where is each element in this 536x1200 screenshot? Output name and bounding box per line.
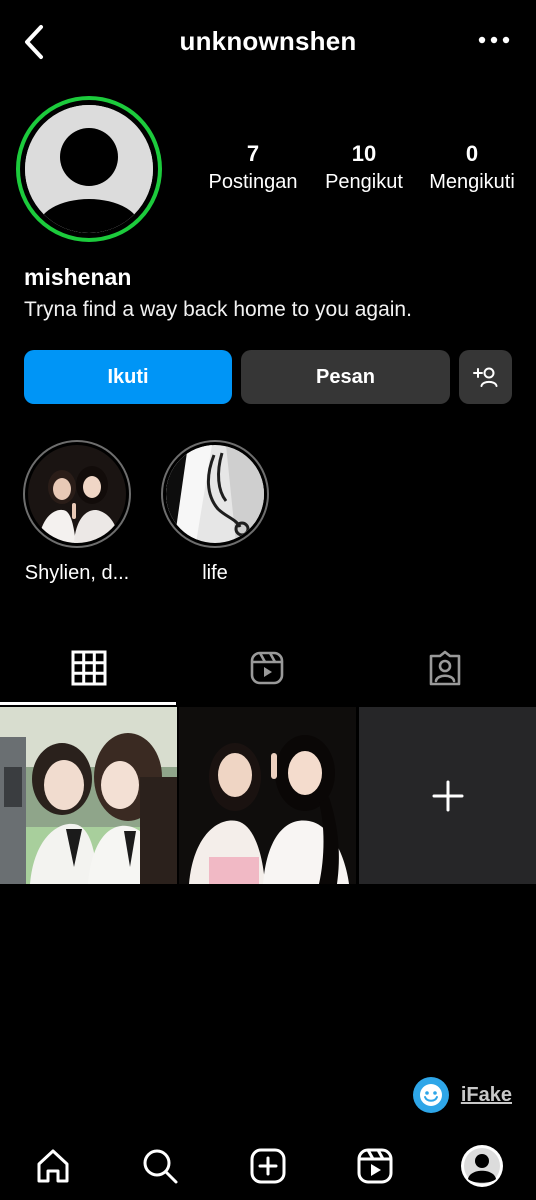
profile-stats: 7 Postingan 10 Pengikut 0 Mengikuti <box>190 140 536 210</box>
nav-profile[interactable] <box>454 1138 510 1194</box>
profile-bio: Tryna find a way back home to you again. <box>24 298 412 321</box>
following-count: 0 <box>465 141 479 166</box>
posts-count: 7 <box>246 141 260 166</box>
highlight-ring <box>23 440 131 548</box>
nav-home[interactable] <box>25 1138 81 1194</box>
watermark-text: iFake <box>460 1083 512 1106</box>
profile-avatar-icon <box>461 1145 503 1187</box>
more-dots-icon <box>478 36 510 44</box>
tab-tagged[interactable] <box>356 632 534 704</box>
highlight-item[interactable]: Shylien, d... <box>12 440 142 585</box>
highlight-label: life <box>202 562 228 584</box>
watermark-badge[interactable]: iFake <box>412 1075 512 1115</box>
post-thumbnail[interactable] <box>0 707 177 884</box>
plus-icon <box>432 780 463 811</box>
create-post-icon <box>250 1148 286 1184</box>
reels-icon <box>250 651 284 685</box>
nav-create[interactable] <box>240 1138 296 1194</box>
posts-stat[interactable]: 7 Postingan <box>200 140 306 196</box>
highlight-cover-image <box>166 445 264 543</box>
ifake-logo-icon <box>412 1077 449 1113</box>
nav-search[interactable] <box>132 1138 188 1194</box>
default-user-icon <box>25 105 153 233</box>
followers-label: Pengikut <box>325 171 403 193</box>
following-label: Mengikuti <box>429 171 515 193</box>
home-icon <box>37 1149 69 1183</box>
profile-tabs <box>0 632 536 706</box>
highlight-item[interactable]: life <box>150 440 280 585</box>
tab-posts-grid[interactable] <box>0 632 178 704</box>
profile-username: unknownshen <box>179 26 357 56</box>
active-tab-indicator <box>0 702 176 705</box>
tagged-icon <box>429 650 461 686</box>
suggest-user-button[interactable] <box>459 350 512 404</box>
posts-label: Postingan <box>208 171 298 193</box>
tab-reels[interactable] <box>178 632 356 704</box>
follow-button[interactable]: Ikuti <box>24 350 232 404</box>
following-stat[interactable]: 0 Mengikuti <box>420 140 524 196</box>
highlight-cover-image <box>28 445 126 543</box>
reels-icon <box>357 1148 393 1184</box>
message-button[interactable]: Pesan <box>241 350 450 404</box>
highlight-label: Shylien, d... <box>24 562 130 584</box>
highlight-ring <box>161 440 269 548</box>
followers-stat[interactable]: 10 Pengikut <box>316 140 412 196</box>
post-thumbnail[interactable] <box>179 707 356 884</box>
nav-reels[interactable] <box>347 1138 403 1194</box>
followers-count: 10 <box>351 141 377 166</box>
grid-icon <box>71 650 107 686</box>
avatar <box>25 105 153 233</box>
search-icon <box>143 1149 178 1184</box>
add-person-icon <box>472 367 497 387</box>
display-name: mishenan <box>24 264 132 290</box>
add-post-tile[interactable] <box>359 707 536 884</box>
avatar-story-ring[interactable] <box>16 96 162 242</box>
bottom-navigation <box>0 1130 536 1200</box>
more-options-button[interactable] <box>474 26 514 54</box>
top-bar: unknownshen <box>0 0 536 84</box>
